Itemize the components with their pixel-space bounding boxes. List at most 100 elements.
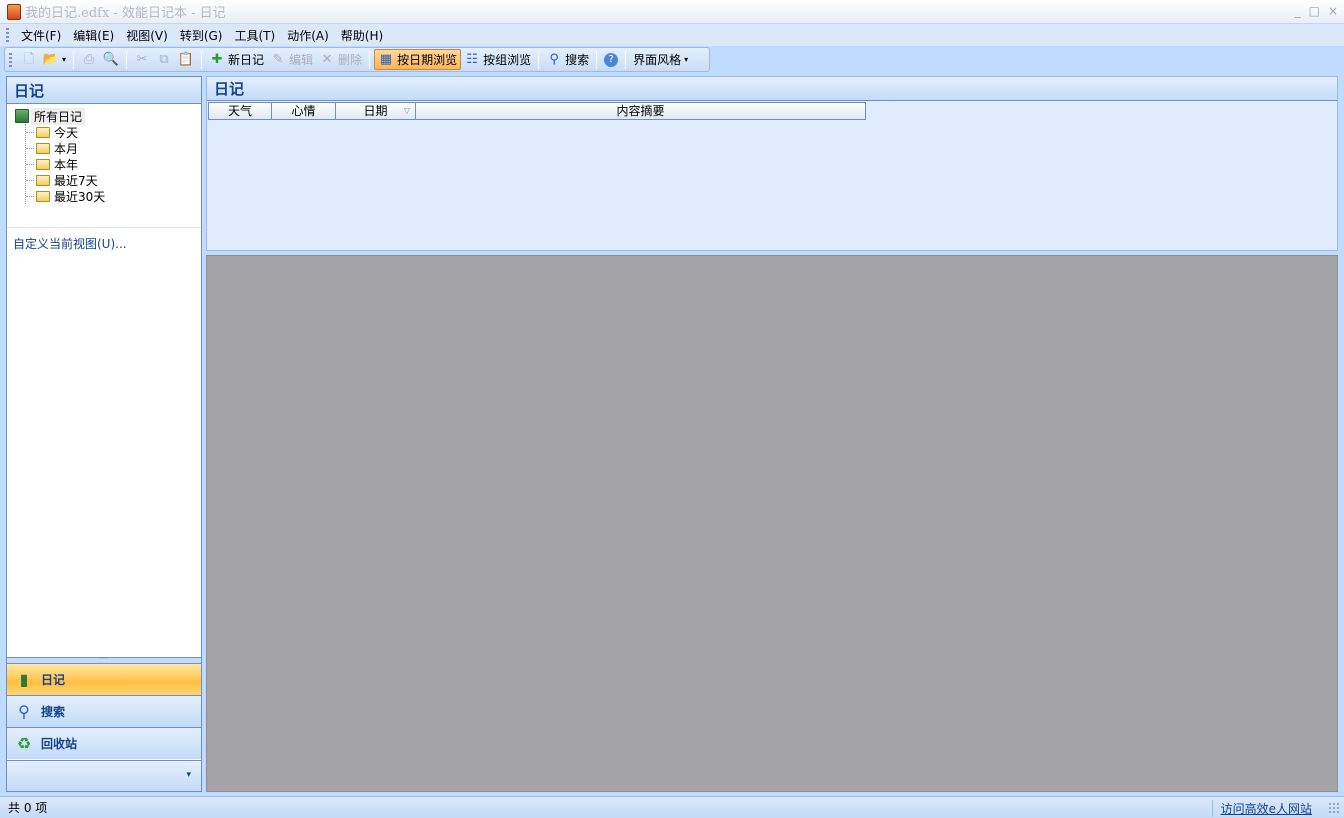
diary-list-pane: 日记 天气 心情 日期 ▽ 内容摘要 [206, 76, 1338, 251]
status-bar: 共 0 项 访问高效e人网站 [0, 796, 1344, 818]
cut-button[interactable]: ✂ [131, 49, 153, 70]
column-label: 心情 [291, 104, 316, 118]
menu-grip[interactable] [6, 28, 9, 42]
tree-item-this-year[interactable]: 本年 [26, 156, 105, 172]
diary-book-icon [15, 109, 29, 123]
open-file-button[interactable]: 📂 ▾ [40, 49, 69, 70]
cut-icon: ✂ [136, 51, 148, 67]
delete-label: 删除 [338, 53, 363, 67]
browse-by-date-button[interactable]: ▦ 按日期浏览 [374, 49, 462, 70]
group-tree-icon: ☷ [466, 51, 478, 67]
nav-button-search[interactable]: ⚲ 搜索 [7, 695, 201, 727]
print-preview-icon: 🔍 [102, 51, 120, 67]
delete-icon: ✕ [321, 51, 333, 67]
toolbar-separator [538, 50, 540, 69]
customize-view-link[interactable]: 自定义当前视图(U)... [7, 227, 201, 252]
tree-item-last-30-days[interactable]: 最近30天 [26, 188, 105, 204]
menu-edit[interactable]: 编辑(E) [67, 27, 120, 44]
column-label: 日期 [363, 104, 388, 118]
configure-buttons-chevron-icon[interactable]: ▾ [186, 770, 191, 780]
open-folder-icon: 📂 [42, 51, 60, 67]
menu-help[interactable]: 帮助(H) [335, 27, 389, 44]
folder-icon [36, 142, 50, 154]
edit-button[interactable]: ✎ 编辑 [267, 49, 316, 70]
nav-button-label: 搜索 [41, 705, 66, 719]
nav-button-diary[interactable]: ▮ 日记 [7, 663, 201, 695]
tree-item-today[interactable]: 今天 [26, 124, 105, 140]
search-icon: ⚲ [18, 702, 30, 721]
paste-icon: 📋 [177, 51, 195, 67]
theme-dropdown[interactable]: 界面风格 ▾ [630, 49, 691, 70]
preview-area [206, 255, 1338, 792]
tree-item-label: 今天 [54, 125, 79, 140]
copy-button[interactable]: ⧉ [153, 49, 175, 70]
diary-list-title: 日记 [207, 77, 1337, 101]
browse-by-date-label: 按日期浏览 [397, 53, 458, 67]
print-button[interactable]: ⎙ [78, 49, 100, 70]
close-button[interactable]: × [1328, 4, 1338, 18]
new-file-icon: 🗋 [23, 51, 35, 67]
item-count: 共 0 项 [8, 801, 48, 815]
website-link[interactable]: 访问高效e人网站 [1211, 800, 1312, 817]
nav-footer: ▾ [7, 760, 201, 791]
folder-icon [36, 190, 50, 202]
dropdown-arrow-icon: ▾ [62, 55, 67, 64]
nav-button-label: 回收站 [41, 737, 78, 751]
column-header-summary[interactable]: 内容摘要 [416, 103, 865, 119]
navigation-pane-title: 日记 [7, 77, 201, 104]
print-icon: ⎙ [83, 51, 95, 67]
tree-root-all-diaries[interactable]: 所有日记 [15, 107, 105, 125]
print-preview-button[interactable]: 🔍 [100, 49, 122, 70]
nav-button-label: 日记 [41, 673, 66, 687]
diary-book-icon: ▮ [19, 670, 29, 689]
tree-item-last-7-days[interactable]: 最近7天 [26, 172, 105, 188]
new-diary-label: 新日记 [228, 53, 265, 67]
menu-file[interactable]: 文件(F) [15, 27, 67, 44]
recycle-bin-icon: ♻ [16, 734, 32, 753]
delete-button[interactable]: ✕ 删除 [316, 49, 365, 70]
toolstrip: 🗋 📂 ▾ ⎙ 🔍 ✂ ⧉ 📋 ✚ 新日记 ✎ 编辑 ✕ 删除 ▦ 按日期浏览 ☷… [4, 47, 710, 72]
menu-action[interactable]: 动作(A) [281, 27, 335, 44]
menu-bar: 文件(F) 编辑(E) 视图(V) 转到(G) 工具(T) 动作(A) 帮助(H… [0, 24, 1344, 46]
toolbar-separator [369, 50, 371, 69]
maximize-button[interactable]: □ [1309, 4, 1320, 18]
minimize-button[interactable]: _ [1295, 4, 1301, 18]
sort-descending-icon: ▽ [403, 106, 410, 115]
edit-icon: ✎ [272, 51, 284, 67]
column-label: 内容摘要 [616, 104, 665, 118]
column-header-date[interactable]: 日期 ▽ [336, 103, 416, 119]
paste-button[interactable]: 📋 [175, 49, 197, 70]
menu-goto[interactable]: 转到(G) [174, 27, 229, 44]
menu-view[interactable]: 视图(V) [120, 27, 174, 44]
new-diary-button[interactable]: ✚ 新日记 [206, 49, 267, 70]
column-header-weather[interactable]: 天气 [209, 103, 272, 119]
tree-item-label: 本年 [54, 157, 79, 172]
plus-icon: ✚ [211, 51, 223, 67]
search-button[interactable]: ⚲ 搜索 [543, 49, 592, 70]
folder-icon [36, 174, 50, 186]
browse-by-group-button[interactable]: ☷ 按组浏览 [461, 49, 534, 70]
toolbar-separator [126, 50, 128, 69]
edit-label: 编辑 [289, 53, 314, 67]
column-header-mood[interactable]: 心情 [272, 103, 336, 119]
tree-root-label: 所有日记 [31, 107, 86, 125]
app-icon [7, 3, 21, 20]
resize-grip[interactable] [1328, 802, 1340, 814]
navigation-pane: 日记 所有日记 今天 本月 本年 最近7天 最近30天 自定义当前视图(U)..… [6, 76, 202, 792]
toolbar-separator [596, 50, 598, 69]
nav-button-recycle-bin[interactable]: ♻ 回收站 [7, 727, 201, 759]
folder-icon [36, 126, 50, 138]
toolbar-separator [73, 50, 75, 69]
tree-item-this-month[interactable]: 本月 [26, 140, 105, 156]
help-button[interactable]: ? [601, 49, 621, 70]
search-icon: ⚲ [549, 51, 559, 67]
new-file-button[interactable]: 🗋 [18, 49, 40, 70]
browse-by-group-label: 按组浏览 [483, 53, 532, 67]
window-title: 我的日记.edfx - 效能日记本 - 日记 [25, 6, 226, 21]
dropdown-arrow-icon: ▾ [684, 55, 689, 64]
toolbar-grip[interactable] [9, 52, 12, 67]
title-bar: 我的日记.edfx - 效能日记本 - 日记 _ □ × [0, 0, 1344, 24]
menu-tools[interactable]: 工具(T) [228, 27, 281, 44]
theme-label: 界面风格 [633, 53, 682, 67]
help-icon: ? [604, 52, 619, 67]
